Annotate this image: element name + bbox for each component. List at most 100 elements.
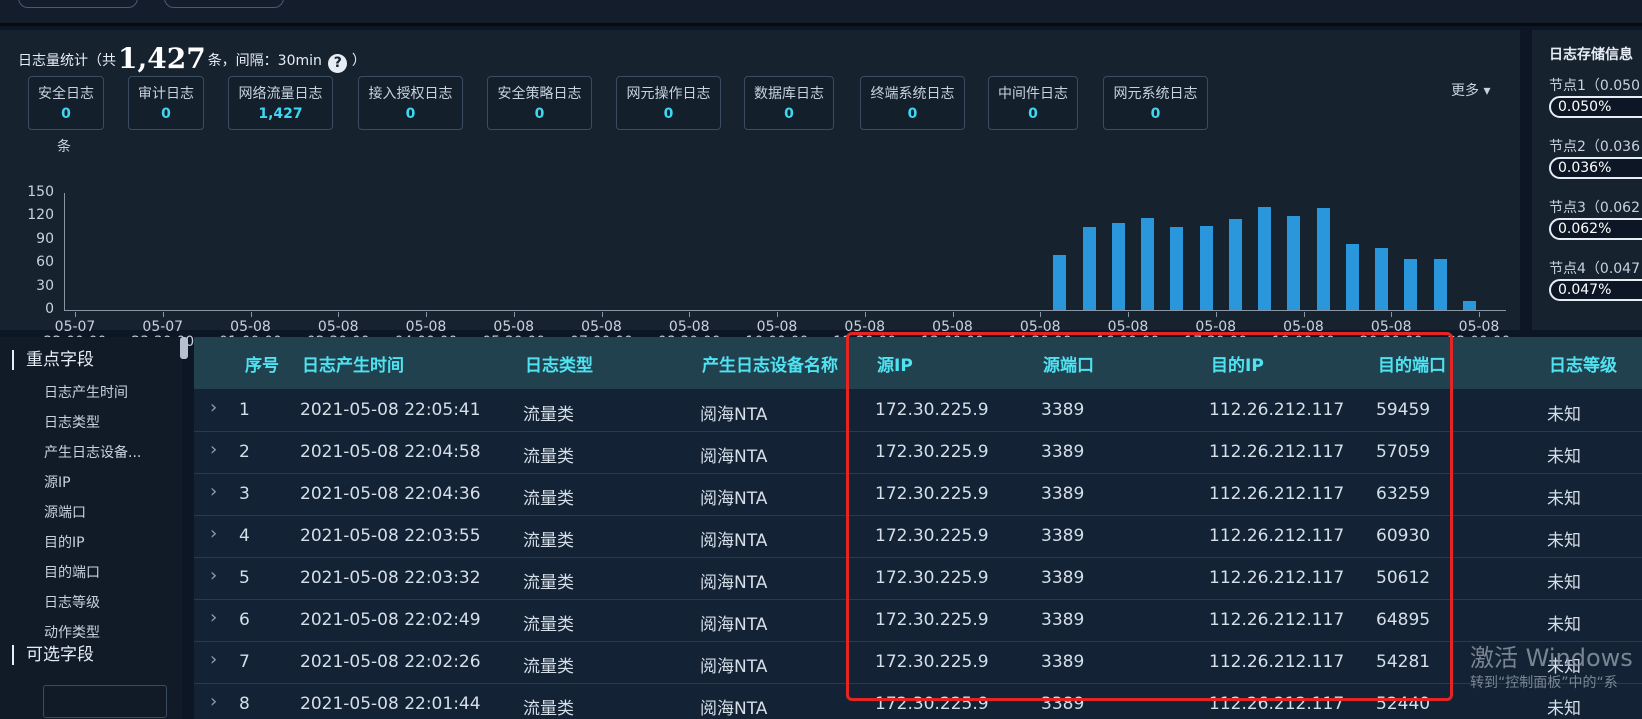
field-panel-scrollbar[interactable] (180, 337, 188, 359)
top-button-1[interactable] (18, 0, 138, 8)
expand-chevron-icon[interactable]: › (210, 607, 217, 628)
storage-node-usage-bar: 0.050% (1549, 96, 1642, 118)
table-cell: 流量类 (523, 573, 574, 593)
top-button-2[interactable] (164, 0, 284, 8)
field-item[interactable]: 产生日志设备... (44, 442, 141, 462)
log-type-count: 0 (405, 106, 416, 122)
table-cell: 流量类 (523, 615, 574, 635)
chart-bar[interactable] (1404, 258, 1418, 310)
field-item[interactable]: 源端口 (44, 502, 86, 522)
x-tick-mark (1040, 312, 1042, 317)
log-type-label: 安全日志 (38, 86, 94, 102)
table-cell: 流量类 (523, 405, 574, 425)
expand-chevron-icon[interactable]: › (210, 481, 217, 502)
field-item[interactable]: 日志等级 (44, 592, 100, 612)
expand-chevron-icon[interactable]: › (210, 397, 217, 418)
chart-bar[interactable] (1111, 223, 1125, 310)
title-close: ） (351, 53, 366, 69)
chart-bar[interactable] (1375, 247, 1389, 310)
log-type-card[interactable]: 数据库日志 0 (744, 76, 834, 130)
chart-bar[interactable] (1141, 217, 1155, 310)
y-axis-line (64, 193, 65, 311)
x-tick-mark (338, 312, 340, 317)
y-tick-label: 30 (36, 277, 54, 294)
table-cell: 未知 (1547, 489, 1581, 509)
chart-bar[interactable] (1462, 301, 1476, 310)
chart-bar[interactable] (1258, 207, 1272, 310)
y-tick-label: 60 (36, 254, 54, 271)
more-label: 更多 (1451, 83, 1479, 99)
column-header[interactable]: 序号 (245, 351, 279, 376)
help-icon[interactable]: ? (328, 54, 348, 73)
field-item[interactable]: 日志产生时间 (44, 382, 128, 402)
y-tick-label: 150 (27, 184, 54, 200)
chart-bar[interactable] (1433, 259, 1447, 310)
field-item[interactable]: 源IP (44, 472, 71, 492)
y-axis-unit: 条 (57, 139, 71, 155)
chart-bar[interactable] (1082, 226, 1096, 310)
table-cell: 阅海NTA (700, 657, 768, 677)
log-type-label: 数据库日志 (754, 86, 824, 102)
expand-chevron-icon[interactable]: › (210, 523, 217, 544)
field-panel: 重点字段 日志产生时间 日志类型 产生日志设备... 源IP 源端口 目的IP 目的端口 日志… (0, 337, 182, 719)
windows-activation-watermark: 激活 Windows (1470, 644, 1633, 672)
x-tick-date: 05-07 (142, 319, 184, 335)
column-header[interactable]: 产生日志设备名称 (702, 351, 838, 376)
x-tick-date: 05-08 (317, 319, 359, 335)
x-tick-mark (426, 312, 427, 317)
table-cell: 未知 (1547, 405, 1581, 425)
log-type-card[interactable]: 网元操作日志 0 (616, 76, 721, 130)
y-tick-label: 90 (36, 230, 54, 247)
x-tick-mark (1215, 312, 1217, 317)
x-tick-mark (777, 312, 778, 317)
log-type-card[interactable]: 接入授权日志 0 (358, 76, 463, 130)
storage-title: 日志存储信息 (1549, 47, 1633, 63)
field-item[interactable]: 目的IP (44, 532, 85, 552)
x-tick-mark (952, 312, 954, 317)
x-tick-mark (1479, 312, 1480, 317)
log-type-card[interactable]: 审计日志 0 (128, 76, 204, 130)
table-cell: 2021-05-08 22:03:55 (300, 526, 481, 546)
chart-bar[interactable] (1228, 218, 1242, 310)
expand-chevron-icon[interactable]: › (210, 439, 217, 460)
chart-bar[interactable] (1316, 207, 1330, 310)
column-header[interactable]: 日志类型 (525, 351, 593, 376)
field-item[interactable]: 目的端口 (44, 562, 100, 582)
column-header[interactable]: 日志产生时间 (302, 351, 404, 376)
more-dropdown[interactable]: 更多 ▾ (1451, 80, 1490, 100)
x-tick-mark (601, 312, 603, 317)
y-tick-label: 0 (45, 301, 54, 317)
table-cell: 阅海NTA (700, 447, 768, 467)
log-type-card[interactable]: 中间件日志 0 (988, 76, 1078, 130)
chart-bar[interactable] (1345, 243, 1359, 310)
chart-bar[interactable] (1170, 227, 1184, 310)
optional-field-input[interactable] (43, 685, 167, 718)
expand-chevron-icon[interactable]: › (210, 565, 217, 586)
table-cell: 阅海NTA (700, 699, 768, 719)
chart-bar[interactable] (1053, 254, 1067, 310)
x-tick-date: 05-07 (54, 319, 96, 335)
chart-bar[interactable] (1199, 225, 1213, 310)
title-suffix: 条，间隔：30min (207, 53, 322, 69)
log-type-label: 终端系统日志 (870, 86, 955, 102)
expand-chevron-icon[interactable]: › (210, 691, 217, 712)
storage-node-label: 节点4（0.047 (1549, 261, 1640, 277)
table-cell: 2021-05-08 22:02:49 (300, 610, 481, 630)
chart-bar[interactable] (1287, 216, 1301, 310)
table-cell: 流量类 (523, 699, 574, 719)
log-type-card[interactable]: 网络流量日志 1,427 (228, 76, 333, 130)
storage-node-usage-bar: 0.062% (1549, 218, 1642, 240)
log-type-card[interactable]: 安全日志 0 (28, 76, 104, 130)
log-type-card[interactable]: 安全策略日志 0 (487, 76, 592, 130)
field-item[interactable]: 动作类型 (44, 622, 100, 642)
storage-node-usage-bar: 0.036% (1549, 157, 1642, 179)
table-cell: 阅海NTA (700, 615, 768, 635)
log-type-card[interactable]: 终端系统日志 0 (860, 76, 965, 130)
table-cell: 2021-05-08 22:05:41 (300, 400, 481, 420)
log-type-card[interactable]: 网元系统日志 0 (1103, 76, 1208, 130)
expand-chevron-icon[interactable]: › (210, 649, 217, 670)
column-header[interactable]: 日志等级 (1549, 351, 1617, 376)
table-cell: 7 (239, 652, 250, 672)
field-item[interactable]: 日志类型 (44, 412, 100, 432)
log-type-count: 0 (1028, 106, 1038, 122)
